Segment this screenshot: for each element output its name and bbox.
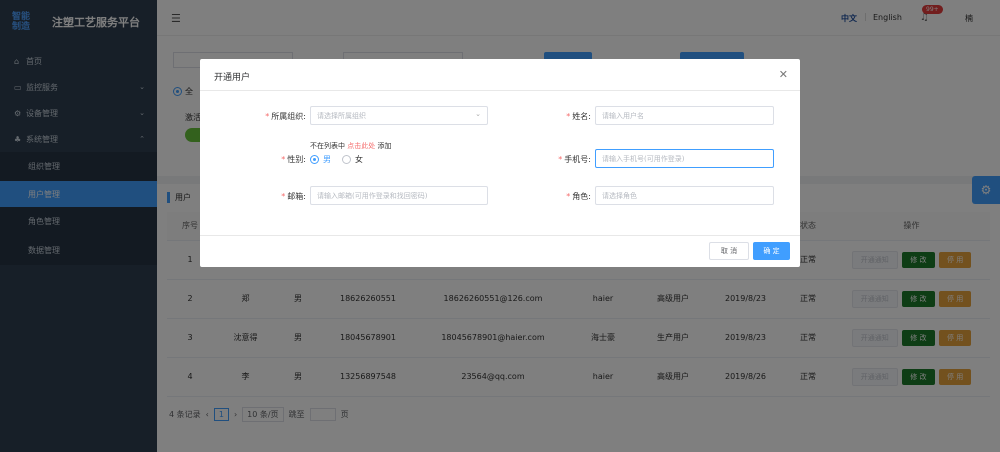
close-icon[interactable]: ✕ (779, 68, 788, 81)
gender-label: * 性别: (281, 155, 306, 164)
phone-label: * 手机号: (558, 155, 591, 164)
add-org-link[interactable]: 点击此处 (347, 142, 375, 150)
role-label: * 角色: (566, 192, 591, 201)
phone-input[interactable]: 请输入手机号(可用作登录) (595, 149, 774, 168)
name-label: * 姓名: (566, 112, 591, 121)
org-label: * 所属组织: (265, 112, 306, 121)
org-hint: 不在列表中 点击此处 添加 (310, 142, 392, 150)
dialog-divider (200, 90, 800, 91)
radio-dot (342, 155, 351, 164)
gender-female-radio[interactable]: 女 (342, 154, 363, 165)
radio-dot (310, 155, 319, 164)
org-select[interactable]: 请选择所属组织 ⌄ (310, 106, 488, 125)
dialog-footer-divider (200, 235, 800, 236)
email-input[interactable]: 请输入邮箱(可用作登录和找回密码) (310, 186, 488, 205)
gender-male-radio[interactable]: 男 (310, 154, 331, 165)
chevron-down-icon: ⌄ (475, 110, 481, 118)
confirm-button[interactable]: 确 定 (753, 242, 790, 260)
email-label: * 邮箱: (281, 192, 306, 201)
dialog-title: 开通用户 (214, 73, 251, 83)
role-select[interactable]: 请选择角色 (595, 186, 774, 205)
name-input[interactable]: 请输入用户名 (595, 106, 774, 125)
open-user-dialog: 开通用户 ✕ * 所属组织: 请选择所属组织 ⌄ * 姓名: 请输入用户名 不在列表… (200, 59, 800, 267)
cancel-button[interactable]: 取 消 (709, 242, 749, 260)
